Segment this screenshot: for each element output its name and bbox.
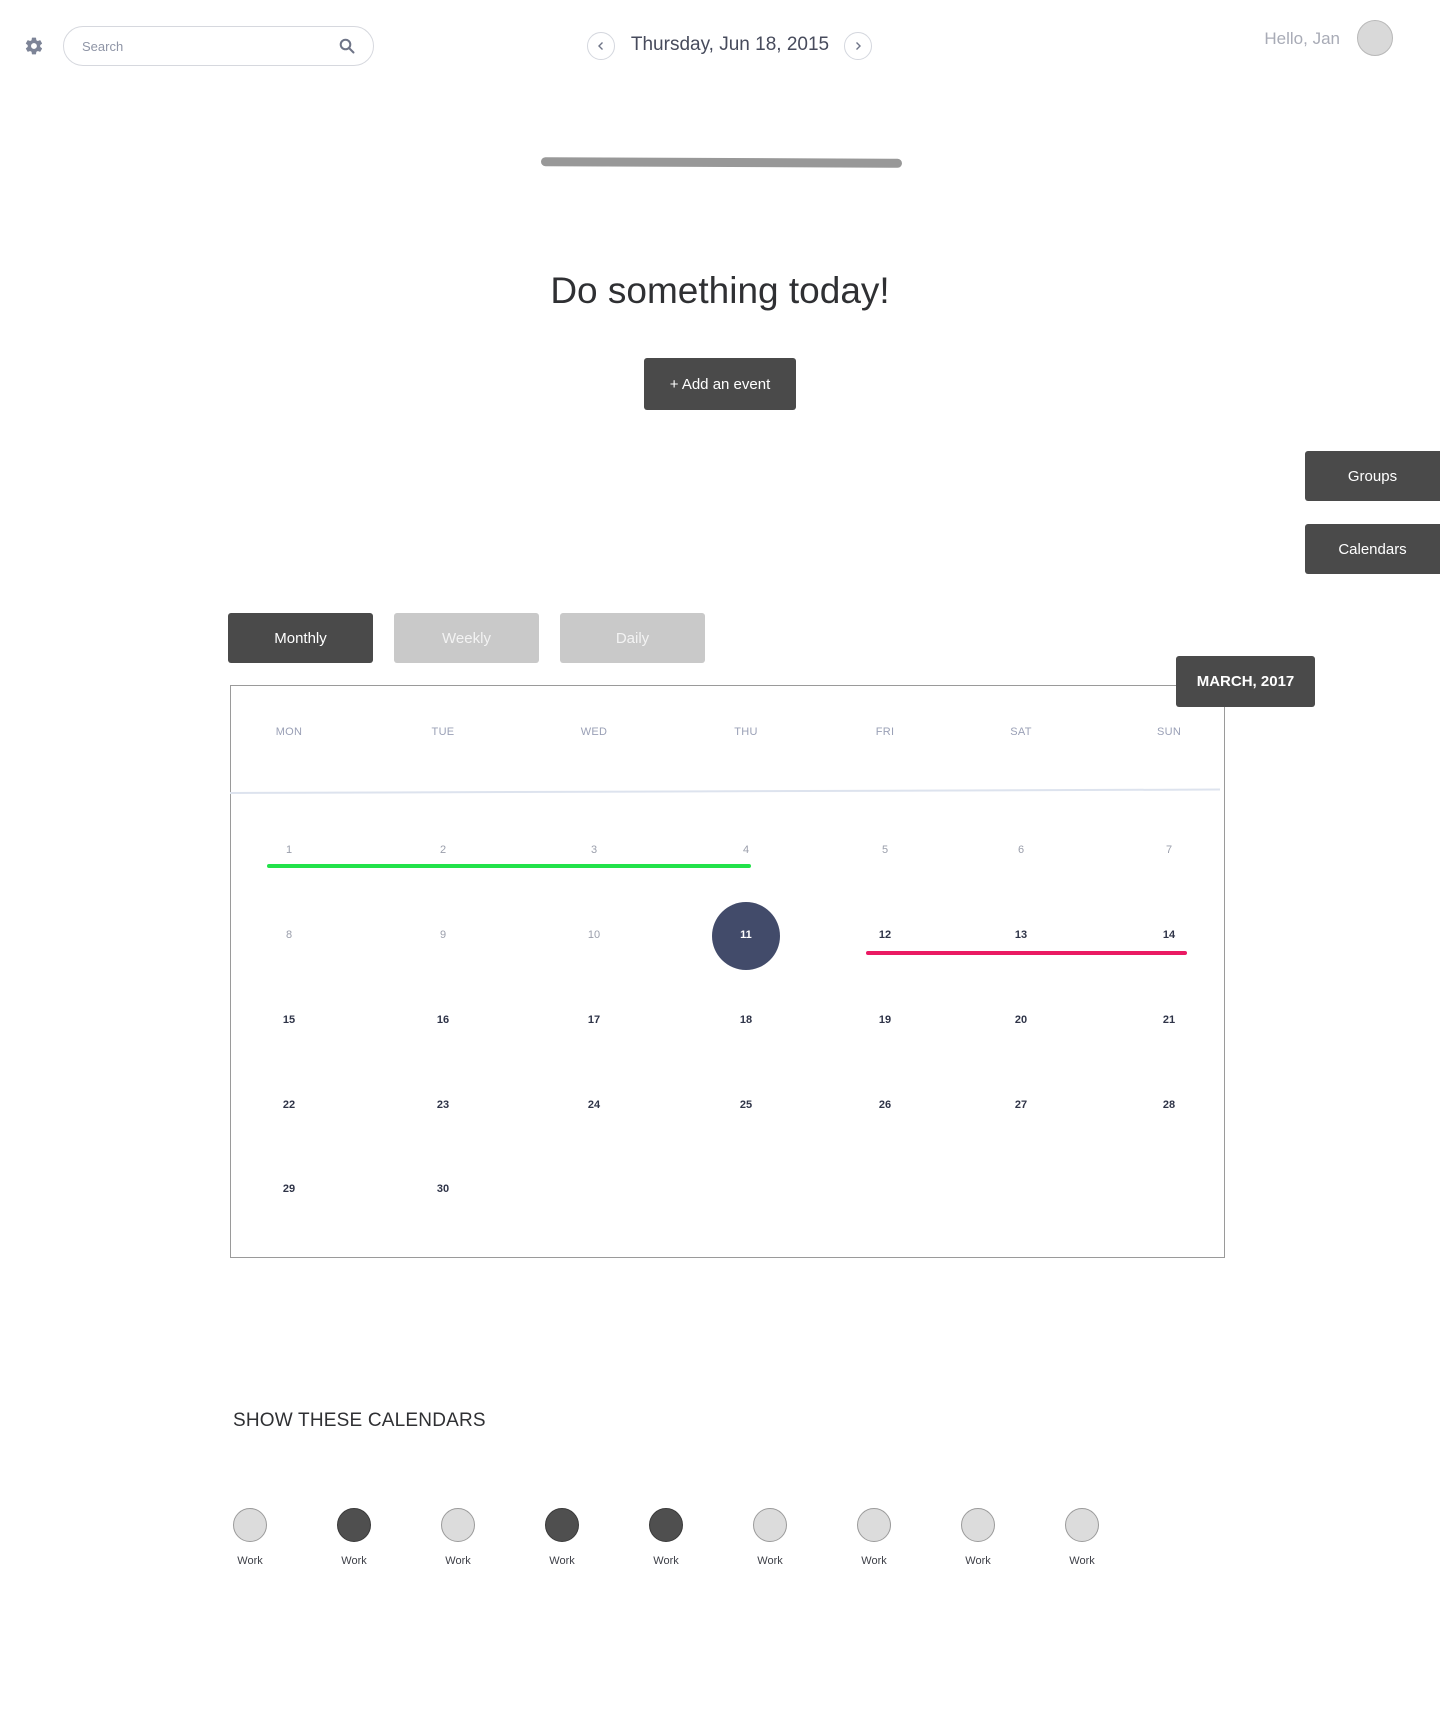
calendar-toggle-label: Work — [757, 1555, 783, 1567]
calendar-day[interactable]: 14 — [1149, 929, 1189, 941]
chevron-left-icon — [598, 42, 603, 50]
calendar-toggle-label: Work — [965, 1555, 991, 1567]
tab-monthly[interactable]: Monthly — [228, 613, 373, 663]
add-event-button[interactable]: + Add an event — [644, 358, 796, 410]
chevron-right-icon — [856, 42, 861, 50]
calendar-toggle-item[interactable]: Work — [1052, 1508, 1112, 1567]
calendar-day[interactable]: 8 — [269, 929, 309, 941]
weekday-thu: THU — [734, 726, 758, 738]
calendar-day[interactable]: 17 — [574, 1014, 614, 1026]
calendar-day[interactable]: 13 — [1001, 929, 1041, 941]
calendar-toggle-label: Work — [653, 1555, 679, 1567]
calendar-day-today[interactable]: 11 — [726, 929, 766, 941]
calendar-toggle-dot[interactable] — [649, 1508, 683, 1542]
title-placeholder-bar — [540, 157, 903, 168]
gear-icon[interactable] — [24, 36, 44, 56]
calendar-day[interactable]: 26 — [865, 1099, 905, 1111]
calendar-day[interactable]: 23 — [423, 1099, 463, 1111]
calendar-toggle-item[interactable]: Work — [428, 1508, 488, 1567]
page-headline: Do something today! — [550, 270, 890, 311]
calendar-day[interactable]: 7 — [1149, 844, 1189, 856]
calendar-toggle-label: Work — [445, 1555, 471, 1567]
search-icon[interactable] — [339, 38, 355, 54]
calendar-day[interactable]: 6 — [1001, 844, 1041, 856]
groups-button[interactable]: Groups — [1305, 451, 1440, 501]
calendar-day[interactable]: 5 — [865, 844, 905, 856]
calendar-toggle-dot[interactable] — [545, 1508, 579, 1542]
weekday-sat: SAT — [1010, 726, 1032, 738]
calendar-toggle-item[interactable]: Work — [532, 1508, 592, 1567]
next-day-button[interactable] — [844, 32, 872, 60]
calendar-toggle-label: Work — [549, 1555, 575, 1567]
calendar-toggle-item[interactable]: Work — [844, 1508, 904, 1567]
calendar-toggle-item[interactable]: Work — [948, 1508, 1008, 1567]
tab-daily[interactable]: Daily — [560, 613, 705, 663]
calendars-button[interactable]: Calendars — [1305, 524, 1440, 574]
calendar-toggle-dot[interactable] — [337, 1508, 371, 1542]
calendar-toggle-dot[interactable] — [961, 1508, 995, 1542]
weekday-sun: SUN — [1156, 726, 1182, 738]
calendar-day[interactable]: 22 — [269, 1099, 309, 1111]
calendar-toggle-dot[interactable] — [753, 1508, 787, 1542]
calendar-toggle-label: Work — [341, 1555, 367, 1567]
calendar-day[interactable]: 12 — [865, 929, 905, 941]
event-bar-green[interactable] — [267, 864, 751, 868]
weekday-tue: TUE — [431, 726, 455, 738]
calendar-day[interactable]: 20 — [1001, 1014, 1041, 1026]
calendar-day[interactable]: 28 — [1149, 1099, 1189, 1111]
calendar-day[interactable]: 1 — [269, 844, 309, 856]
calendar-day[interactable]: 29 — [269, 1183, 309, 1195]
calendar-day[interactable]: 2 — [423, 844, 463, 856]
calendar-day[interactable]: 4 — [726, 844, 766, 856]
calendar-toggle-dot[interactable] — [1065, 1508, 1099, 1542]
calendar-day[interactable]: 24 — [574, 1099, 614, 1111]
event-bar-pink[interactable] — [866, 951, 1187, 955]
calendar-day[interactable]: 18 — [726, 1014, 766, 1026]
section-title: SHOW THESE CALENDARS — [233, 1410, 486, 1431]
calendar-toggle-label: Work — [237, 1555, 263, 1567]
calendar-toggle-item[interactable]: Work — [324, 1508, 384, 1567]
tab-weekly[interactable]: Weekly — [394, 613, 539, 663]
calendar-day[interactable]: 19 — [865, 1014, 905, 1026]
calendar-toggle-item[interactable]: Work — [740, 1508, 800, 1567]
calendar-toggle-item[interactable]: Work — [636, 1508, 696, 1567]
calendar-toggle-item[interactable]: Work — [220, 1508, 280, 1567]
calendar-day[interactable]: 27 — [1001, 1099, 1041, 1111]
previous-day-button[interactable] — [587, 32, 615, 60]
calendar-day[interactable]: 16 — [423, 1014, 463, 1026]
current-date-title: Thursday, Jun 18, 2015 — [630, 34, 830, 55]
calendar-toggle-dot[interactable] — [441, 1508, 475, 1542]
calendar-day[interactable]: 3 — [574, 844, 614, 856]
search-box[interactable] — [63, 26, 374, 66]
calendar-toggle-label: Work — [861, 1555, 887, 1567]
calendar-toggle-label: Work — [1069, 1555, 1095, 1567]
calendar-day[interactable]: 15 — [269, 1014, 309, 1026]
calendar-day[interactable]: 21 — [1149, 1014, 1189, 1026]
calendar-toggle-dot[interactable] — [233, 1508, 267, 1542]
month-label-badge: MARCH, 2017 — [1176, 656, 1315, 707]
weekday-mon: MON — [275, 726, 303, 738]
calendar-day[interactable]: 25 — [726, 1099, 766, 1111]
weekday-fri: FRI — [875, 726, 895, 738]
calendar-toggle-dot[interactable] — [857, 1508, 891, 1542]
user-greeting: Hello, Jan — [1264, 29, 1340, 48]
month-calendar — [230, 685, 1225, 1258]
avatar[interactable] — [1357, 20, 1393, 56]
calendar-day[interactable]: 10 — [574, 929, 614, 941]
search-input[interactable] — [82, 36, 322, 56]
calendar-day[interactable]: 30 — [423, 1183, 463, 1195]
weekday-wed: WED — [580, 726, 608, 738]
calendar-day[interactable]: 9 — [423, 929, 463, 941]
